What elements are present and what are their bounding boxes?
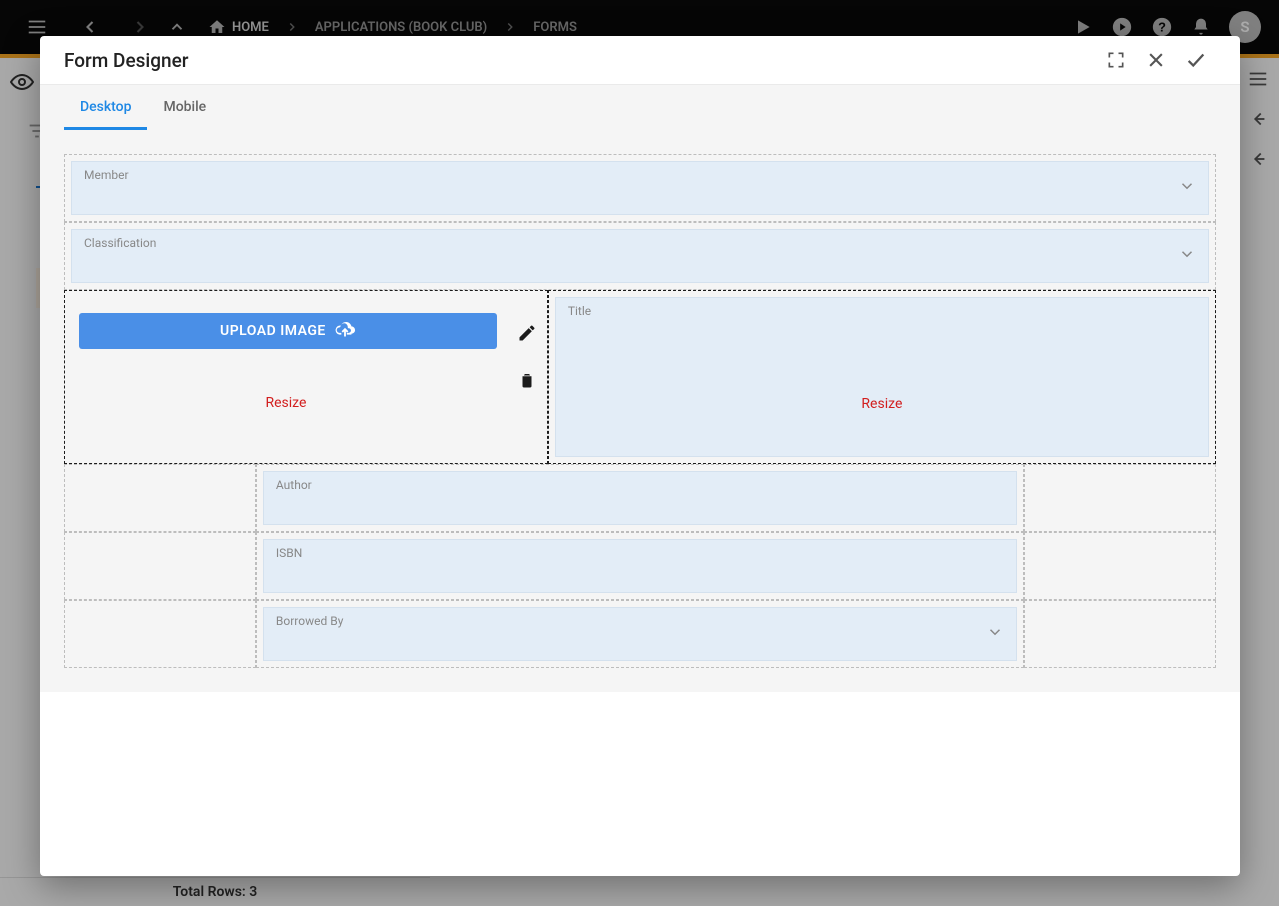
tab-desktop[interactable]: Desktop [64, 85, 147, 130]
delete-icon[interactable] [518, 371, 536, 393]
resize-link[interactable]: Resize [568, 396, 1196, 412]
chevron-down-icon [986, 623, 1004, 645]
cloud-upload-icon [334, 320, 356, 342]
close-icon[interactable] [1136, 50, 1176, 70]
chevron-down-icon [1178, 177, 1196, 199]
upload-label: UPLOAD IMAGE [220, 323, 326, 339]
tab-mobile[interactable]: Mobile [147, 85, 222, 130]
dialog-title: Form Designer [64, 49, 188, 72]
field-isbn[interactable]: ISBN [263, 539, 1017, 593]
edit-icon[interactable] [517, 323, 537, 347]
form-designer-dialog: Form Designer Desktop Mobile Member [40, 36, 1240, 876]
field-label: Classification [84, 236, 1196, 250]
upload-image-button[interactable]: UPLOAD IMAGE [79, 313, 497, 349]
field-label: Author [276, 478, 1004, 492]
field-label: Member [84, 168, 1196, 182]
field-label: ISBN [276, 546, 1004, 560]
field-borrowed-by[interactable]: Borrowed By [263, 607, 1017, 661]
field-member[interactable]: Member [71, 161, 1209, 215]
fullscreen-icon[interactable] [1096, 50, 1136, 70]
field-label: Borrowed By [276, 614, 1004, 628]
field-classification[interactable]: Classification [71, 229, 1209, 283]
chevron-down-icon [1178, 245, 1196, 267]
field-title[interactable]: Title Resize [555, 297, 1209, 457]
field-author[interactable]: Author [263, 471, 1017, 525]
resize-link[interactable]: Resize [25, 395, 547, 411]
confirm-icon[interactable] [1176, 49, 1216, 71]
field-label: Title [568, 304, 1196, 318]
